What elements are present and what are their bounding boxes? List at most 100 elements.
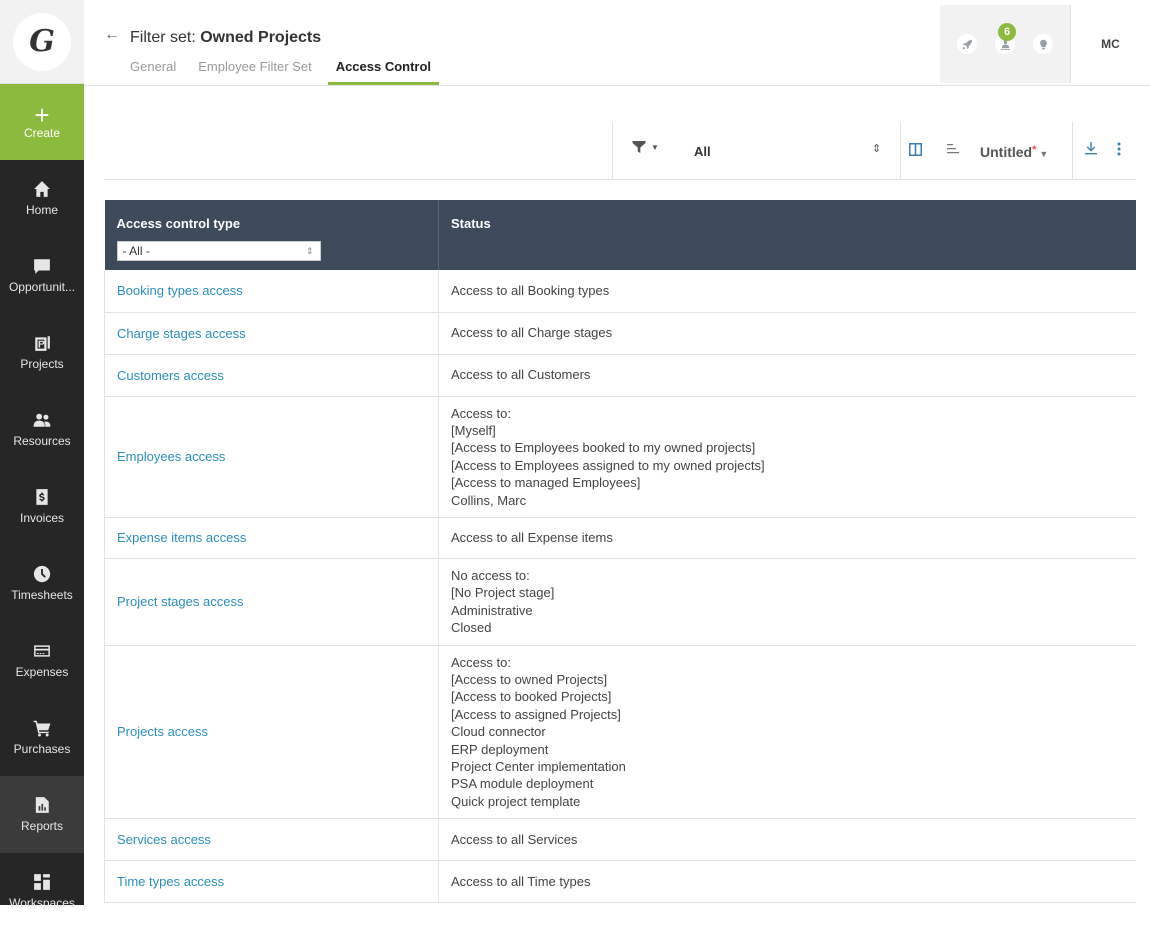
sidebar-item-reports[interactable]: Reports	[0, 776, 84, 853]
table-row: Booking types access Access to all Booki…	[104, 270, 1136, 313]
header-icon-group: 6	[940, 5, 1070, 83]
view-selector[interactable]: Untitled* ▼	[980, 144, 1048, 160]
type-filter-select[interactable]: - All - ⇕	[116, 241, 321, 261]
select-arrows-icon: ⇕	[872, 143, 882, 155]
table-row: Charge stages access Access to all Charg…	[104, 312, 1136, 355]
columns-button[interactable]	[908, 142, 923, 162]
tab-general[interactable]: General	[130, 59, 192, 85]
title-prefix: Filter set:	[130, 29, 201, 46]
table-row: Employees access Access to: [Myself] [Ac…	[104, 396, 1136, 518]
toolbar-divider	[900, 122, 901, 180]
more-vertical-icon	[1117, 142, 1121, 156]
access-status: Access to all Charge stages	[438, 312, 1136, 355]
sidebar-item-home[interactable]: Home	[0, 160, 84, 237]
column-header-status: Status	[438, 200, 1136, 270]
page-title: Filter set: Owned Projects	[130, 29, 321, 47]
sidebar-item-resources[interactable]: Resources	[0, 391, 84, 468]
tab-employee-filter-set[interactable]: Employee Filter Set	[198, 59, 327, 85]
projects-icon	[35, 336, 50, 351]
access-type-link[interactable]: Booking types access	[104, 270, 439, 313]
app-logo[interactable]: G	[0, 0, 84, 84]
sidebar-item-label: Timesheets	[11, 588, 73, 602]
access-type-link[interactable]: Expense items access	[104, 517, 439, 559]
sidebar-item-expenses[interactable]: Expenses	[0, 622, 84, 699]
access-type-link[interactable]: Services access	[104, 818, 439, 862]
toolbar-divider	[612, 122, 613, 180]
access-type-link[interactable]: Employees access	[104, 396, 439, 518]
sidebar-item-workspaces[interactable]: Workspaces	[0, 853, 84, 930]
sort-button[interactable]	[946, 142, 960, 161]
create-button[interactable]: + Create	[0, 84, 84, 160]
sidebar-item-timesheets[interactable]: Timesheets	[0, 545, 84, 622]
back-arrow-icon[interactable]: ←	[104, 26, 120, 44]
report-icon	[35, 797, 49, 813]
chat-icon	[34, 259, 50, 274]
chevron-down-icon: ▼	[1039, 149, 1049, 159]
table-row: Time types access Access to all Time typ…	[104, 860, 1136, 904]
sidebar-item-label: Workspaces	[9, 896, 75, 910]
ideas-button[interactable]	[1033, 34, 1053, 54]
unsaved-marker: *	[1032, 144, 1037, 156]
access-status: Access to all Services	[438, 818, 1136, 862]
card-icon	[34, 645, 50, 657]
sidebar-item-label: Purchases	[13, 742, 71, 756]
rocket-icon	[962, 39, 972, 49]
column-header-type: Access control type - All - ⇕	[104, 200, 439, 270]
filter-icon	[632, 141, 646, 153]
notifications-button[interactable]: 6	[995, 23, 1016, 54]
access-status: Access to all Customers	[438, 354, 1136, 397]
sidebar-item-label: Home	[25, 203, 58, 217]
more-options-button[interactable]	[1116, 141, 1122, 162]
notification-badge: 6	[998, 23, 1016, 41]
table-row: Services access Access to all Services	[104, 818, 1136, 862]
sidebar-item-invoices[interactable]: Invoices	[0, 468, 84, 545]
column-header-label: Status	[451, 216, 491, 231]
title-filter-set-name: Owned Projects	[200, 29, 322, 46]
toolbar-divider	[1072, 122, 1073, 180]
access-status: Access to all Time types	[438, 860, 1136, 904]
download-icon	[1085, 142, 1097, 155]
access-status: Access to all Booking types	[438, 270, 1136, 313]
table-row: Projects access Access to: [Access to ow…	[104, 645, 1136, 820]
sidebar-item-projects[interactable]: Projects	[0, 314, 84, 391]
sidebar-item-label: Projects	[20, 357, 64, 371]
access-type-link[interactable]: Customers access	[104, 354, 439, 397]
table-header-row: Access control type - All - ⇕ Status	[104, 200, 1136, 270]
columns-icon	[909, 143, 922, 156]
sidebar-item-opportunities[interactable]: Opportunit...	[0, 237, 84, 314]
user-avatar[interactable]: MC	[1070, 5, 1150, 83]
home-icon	[34, 181, 50, 197]
clock-icon	[33, 565, 51, 583]
access-status: Access to: [Access to owned Projects] [A…	[438, 645, 1136, 820]
access-type-link[interactable]: Charge stages access	[104, 312, 439, 355]
grid-icon	[34, 874, 50, 890]
create-label: Create	[23, 126, 61, 140]
sidebar-item-label: Resources	[13, 434, 71, 448]
select-arrows-icon: ⇕	[305, 245, 314, 256]
access-status: No access to: [No Project stage] Adminis…	[438, 558, 1136, 646]
logo-letter: G	[13, 12, 71, 71]
access-type-link[interactable]: Project stages access	[104, 558, 439, 646]
sidebar-item-label: Expenses	[15, 665, 69, 679]
access-status: Access to all Expense items	[438, 517, 1136, 559]
chevron-down-icon: ▼	[651, 142, 659, 152]
cart-icon	[33, 720, 51, 737]
rocket-button[interactable]	[957, 34, 977, 54]
sidebar-item-label: Opportunit...	[8, 280, 76, 294]
sidebar-item-label: Reports	[20, 819, 64, 833]
table-row: Customers access Access to all Customers	[104, 354, 1136, 397]
download-button[interactable]	[1084, 141, 1098, 160]
filter-select[interactable]: All	[694, 144, 711, 159]
sidebar-item-label: Invoices	[19, 511, 65, 525]
access-type-link[interactable]: Time types access	[104, 860, 439, 904]
filter-button[interactable]: ▼	[632, 140, 659, 154]
view-name-label: Untitled	[980, 144, 1033, 160]
access-type-link[interactable]: Projects access	[104, 645, 439, 820]
people-icon	[33, 413, 51, 427]
tab-access-control[interactable]: Access Control	[327, 59, 440, 85]
sidebar-item-purchases[interactable]: Purchases	[0, 699, 84, 776]
column-header-label: Access control type	[116, 216, 241, 231]
invoice-icon	[36, 489, 48, 505]
list-toolbar: ▼ All ⇕ Untitled* ▼	[104, 122, 1136, 180]
table-row: Project stages access No access to: [No …	[104, 558, 1136, 646]
